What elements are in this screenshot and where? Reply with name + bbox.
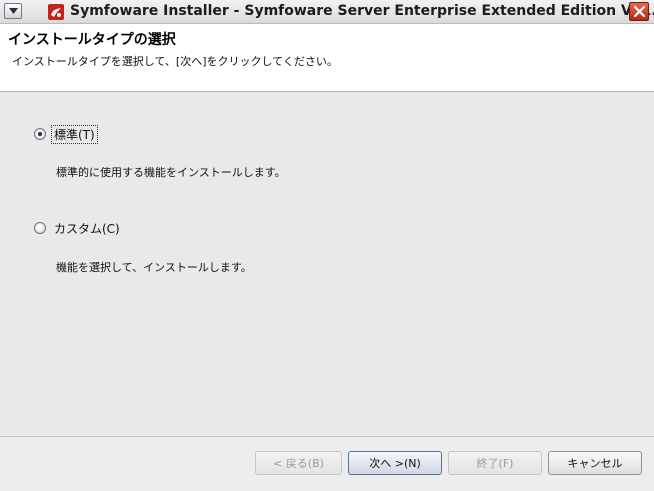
window-menu-button[interactable] xyxy=(4,3,22,19)
title-bar[interactable]: Symfoware Installer - Symfoware Server E… xyxy=(0,0,654,24)
radio-label-standard[interactable]: 標準(T) xyxy=(51,124,98,144)
page-header: インストールタイプの選択 インストールタイプを選択して、[次へ]をクリックしてく… xyxy=(0,24,654,92)
install-type-panel: 標準(T) 標準的に使用する機能をインストールします。 カスタム(C) 機能を選… xyxy=(0,92,654,436)
radio-button-custom[interactable] xyxy=(34,222,46,234)
finish-button[interactable]: 終了(F) xyxy=(448,451,542,475)
radio-standard[interactable]: 標準(T) xyxy=(34,124,98,144)
page-instruction: インストールタイプを選択して、[次へ]をクリックしてください。 xyxy=(12,55,338,68)
button-bar: < 戻る(B) 次へ >(N) 終了(F) キャンセル xyxy=(0,436,654,491)
standard-description: 標準的に使用する機能をインストールします。 xyxy=(56,166,286,179)
window-title: Symfoware Installer - Symfoware Server E… xyxy=(70,3,654,19)
radio-button-standard[interactable] xyxy=(34,128,46,140)
back-button[interactable]: < 戻る(B) xyxy=(255,451,342,475)
page-title: インストールタイプの選択 xyxy=(8,32,176,48)
next-button[interactable]: 次へ >(N) xyxy=(348,451,442,475)
window-menu-icon xyxy=(9,8,18,14)
installer-window: Symfoware Installer - Symfoware Server E… xyxy=(0,0,654,491)
radio-custom[interactable]: カスタム(C) xyxy=(34,219,122,237)
symfoware-logo-icon xyxy=(48,4,64,20)
close-icon xyxy=(634,6,645,17)
close-button[interactable] xyxy=(629,2,649,21)
custom-description: 機能を選択して、インストールします。 xyxy=(56,261,252,274)
cancel-button[interactable]: キャンセル xyxy=(548,451,642,475)
radio-label-custom[interactable]: カスタム(C) xyxy=(52,220,122,237)
